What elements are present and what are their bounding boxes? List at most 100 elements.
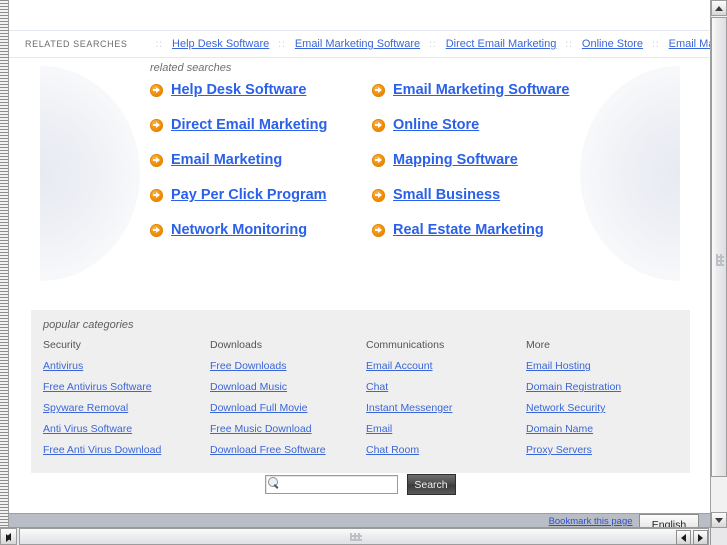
separator-dots-1: :: [278,38,286,50]
popular-categories-columns: Security Antivirus Free Antivirus Softwa… [43,339,690,465]
popular-categories-panel: popular categories Security Antivirus Fr… [31,310,690,473]
mini-nav-arrows [676,530,708,545]
scrollbar-grip-icon [350,533,362,541]
separator-dots-2: :: [429,38,437,50]
related-search-link[interactable]: Online Store [393,117,479,133]
search-field-wrapper [264,475,398,494]
category-link[interactable]: Chat Room [366,444,526,456]
search-button[interactable]: Search [406,474,456,495]
arrow-right-circle-icon [372,118,385,132]
category-link[interactable]: Instant Messenger [366,402,526,414]
separator-dots-3: :: [565,38,573,50]
category-link[interactable]: Antivirus [43,360,210,372]
arrow-right-circle-icon [150,153,163,167]
mini-nav-prev-button[interactable] [676,530,691,545]
triangle-left-icon [681,533,686,542]
popular-category-column-communications: Communications Email Account Chat Instan… [366,339,526,465]
scrollbar-grip-icon [716,254,724,266]
category-link[interactable]: Anti Virus Software [43,423,210,435]
category-link[interactable]: Email [366,423,526,435]
arrow-right-circle-icon [372,83,385,97]
category-heading: Downloads [210,339,262,351]
related-search-item-help-desk-software[interactable]: Help Desk Software [150,82,372,98]
related-searches-strip-label: RELATED SEARCHES [25,39,128,49]
web-page-content: RELATED SEARCHES :: Help Desk Software :… [9,0,711,516]
related-search-item-pay-per-click-program[interactable]: Pay Per Click Program [150,187,372,203]
category-link[interactable]: Proxy Servers [526,444,686,456]
related-search-item-network-monitoring[interactable]: Network Monitoring [150,222,372,238]
arrow-right-circle-icon [372,188,385,202]
arrow-right-circle-icon [372,223,385,237]
related-search-link[interactable]: Mapping Software [393,152,518,168]
strip-link-direct-email-marketing[interactable]: Direct Email Marketing [446,38,557,50]
triangle-up-icon [715,5,723,11]
related-search-link[interactable]: Small Business [393,187,500,203]
category-link[interactable]: Free Music Download [210,423,366,435]
related-search-item-small-business[interactable]: Small Business [372,187,594,203]
related-search-link[interactable]: Email Marketing [171,152,282,168]
category-link[interactable]: Download Full Movie [210,402,366,414]
triangle-right-icon [6,533,11,542]
category-link[interactable]: Email Account [366,360,526,372]
related-search-link[interactable]: Help Desk Software [171,82,306,98]
category-link[interactable]: Network Security [526,402,686,414]
related-searches-grid: Help Desk Software Email Marketing Softw… [150,82,620,238]
category-heading: More [526,339,550,351]
category-link[interactable]: Free Downloads [210,360,366,372]
related-search-item-mapping-software[interactable]: Mapping Software [372,152,594,168]
related-search-link[interactable]: Real Estate Marketing [393,222,544,238]
category-link[interactable]: Email Hosting [526,360,686,372]
strip-link-help-desk-software[interactable]: Help Desk Software [172,38,269,50]
category-link[interactable]: Domain Registration [526,381,686,393]
strip-link-email-marketing[interactable]: Email Marketing [669,38,711,50]
separator-dots-4: :: [652,38,660,50]
scroll-down-button[interactable] [711,512,727,528]
related-search-link[interactable]: Pay Per Click Program [171,187,327,203]
separator-dots-0: :: [155,38,164,50]
popular-category-column-security: Security Antivirus Free Antivirus Softwa… [43,339,210,465]
search-row: Search [9,474,711,495]
related-searches-strip-links: :: Help Desk Software :: Email Marketing… [155,38,711,50]
vertical-scrollbar-thumb[interactable] [711,17,727,477]
related-search-link[interactable]: Network Monitoring [171,222,307,238]
arrow-right-circle-icon [150,118,163,132]
category-heading: Security [43,339,81,351]
category-link[interactable]: Download Free Software [210,444,366,456]
strip-link-online-store[interactable]: Online Store [582,38,643,50]
popular-categories-caption: popular categories [43,319,134,331]
page-viewport: RELATED SEARCHES :: Help Desk Software :… [9,0,711,528]
category-link[interactable]: Free Antivirus Software [43,381,210,393]
horizontal-scrollbar[interactable] [0,527,711,545]
category-link[interactable]: Free Anti Virus Download [43,444,210,456]
arrow-right-circle-icon [150,223,163,237]
vertical-scrollbar[interactable] [710,0,727,528]
browser-window: RELATED SEARCHES :: Help Desk Software :… [0,0,727,545]
category-link[interactable]: Domain Name [526,423,686,435]
category-heading: Communications [366,339,445,351]
search-input[interactable] [264,475,398,494]
related-search-item-email-marketing-software[interactable]: Email Marketing Software [372,82,594,98]
triangle-down-icon [715,517,723,523]
related-searches-strip: RELATED SEARCHES :: Help Desk Software :… [9,30,711,58]
related-search-link[interactable]: Email Marketing Software [393,82,569,98]
category-link[interactable]: Download Music [210,381,366,393]
related-search-item-email-marketing[interactable]: Email Marketing [150,152,372,168]
related-search-link[interactable]: Direct Email Marketing [171,117,327,133]
popular-category-column-downloads: Downloads Free Downloads Download Music … [210,339,366,465]
horizontal-scrollbar-thumb[interactable] [19,528,709,545]
category-link[interactable]: Chat [366,381,526,393]
scrollbar-corner [710,527,727,545]
related-search-item-direct-email-marketing[interactable]: Direct Email Marketing [150,117,372,133]
triangle-right-icon [698,533,703,542]
popular-category-column-more: More Email Hosting Domain Registration N… [526,339,686,465]
arrow-right-circle-icon [150,188,163,202]
related-search-item-online-store[interactable]: Online Store [372,117,594,133]
mini-nav-next-button[interactable] [693,530,708,545]
strip-link-email-marketing-software[interactable]: Email Marketing Software [295,38,420,50]
scroll-up-button[interactable] [711,0,727,16]
arrow-right-circle-icon [372,153,385,167]
related-searches-caption: related searches [150,62,232,74]
bookmark-this-page-link[interactable]: Bookmark this page [549,516,633,527]
category-link[interactable]: Spyware Removal [43,402,210,414]
related-search-item-real-estate-marketing[interactable]: Real Estate Marketing [372,222,594,238]
